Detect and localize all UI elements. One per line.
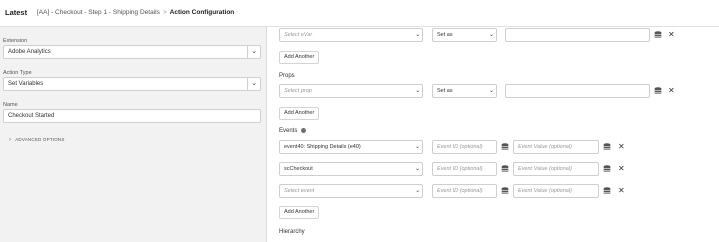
evar-set-as-select[interactable]: Set as ⌄ [432,28,497,42]
event-select[interactable]: scCheckout ⌄ [279,162,423,176]
events-label: Events [279,128,307,135]
event-select-value: scCheckout [284,166,313,172]
event-add-another-button[interactable]: Add Another [279,206,320,219]
prop-set-as-select[interactable]: Set as ⌄ [432,84,497,98]
database-icon[interactable] [603,187,611,195]
prop-add-another-button[interactable]: Add Another [279,107,320,120]
info-icon[interactable] [301,128,307,133]
extension-label: Extension [3,38,28,44]
evar-select-placeholder: Select eVar [284,32,313,38]
event-id-placeholder: Event ID (optional) [437,166,483,172]
database-icon[interactable] [501,143,509,151]
event-select-value: event40: Shipping Details (e40) [284,144,361,150]
event-select[interactable]: event40: Shipping Details (e40) ⌄ [279,140,423,154]
database-icon[interactable] [603,143,611,151]
event-value-input[interactable]: Event Value (optional) [513,140,599,154]
left-panel: Extension Adobe Analytics ⌄ Action Type … [0,27,267,242]
name-label: Name [3,102,18,108]
close-icon[interactable]: ✕ [668,31,675,39]
top-bar: Latest [AA] - Checkout - Step 1 - Shippi… [0,0,719,27]
name-value: Checkout Started [8,113,55,119]
action-type-value: Set Variables [8,81,44,87]
chevron-down-icon: ⌄ [488,88,494,94]
evar-add-another-button[interactable]: Add Another [279,51,320,64]
extension-value: Adobe Analytics [8,49,51,55]
action-type-select[interactable]: Set Variables ⌄ [3,77,261,91]
chevron-down-icon: ⌄ [488,32,494,38]
prop-set-as-value: Set as [437,88,453,94]
event-id-input[interactable]: Event ID (optional) [432,162,497,176]
chevron-down-icon: ⌄ [414,144,420,150]
close-icon[interactable]: ✕ [618,165,625,173]
close-icon[interactable]: ✕ [618,187,625,195]
chevron-down-icon: ⌄ [247,45,260,59]
extension-select[interactable]: Adobe Analytics ⌄ [3,45,261,59]
name-field[interactable]: Checkout Started [3,109,261,123]
props-label: Props [279,73,295,79]
chevron-down-icon: ⌄ [247,77,260,91]
prop-select[interactable]: Select prop ⌄ [279,84,423,98]
breadcrumb: [AA] - Checkout - Step 1 - Shipping Deta… [37,9,234,16]
event-id-input[interactable]: Event ID (optional) [432,140,497,154]
advanced-options-toggle[interactable]: › ADVANCED OPTIONS [9,137,65,143]
event-value-input[interactable]: Event Value (optional) [513,184,599,198]
events-label-text: Events [279,128,298,135]
event-id-placeholder: Event ID (optional) [437,188,483,194]
event-value-input[interactable]: Event Value (optional) [513,162,599,176]
hierarchy-label: Hierarchy [279,229,305,235]
advanced-options-label: ADVANCED OPTIONS [15,137,65,142]
database-icon[interactable] [501,187,509,195]
breadcrumb-rule[interactable]: [AA] - Checkout - Step 1 - Shipping Deta… [37,9,160,16]
close-icon[interactable]: ✕ [618,143,625,151]
database-icon[interactable] [603,165,611,173]
chevron-down-icon: ⌄ [414,166,420,172]
chevron-down-icon: ⌄ [414,88,420,94]
right-panel: Select eVar ⌄ Set as ⌄ ✕ Add Another Pro… [268,27,719,242]
event-value-placeholder: Event Value (optional) [518,188,572,194]
latest-label[interactable]: Latest [5,8,27,17]
event-select[interactable]: Select event ⌄ [279,184,423,198]
database-icon[interactable] [654,31,662,39]
event-id-placeholder: Event ID (optional) [437,144,483,150]
prop-value-input[interactable] [505,84,650,98]
chevron-down-icon: ⌄ [414,188,420,194]
evar-select[interactable]: Select eVar ⌄ [279,28,423,42]
database-icon[interactable] [654,87,662,95]
chevron-down-icon: ⌄ [414,32,420,38]
breadcrumb-separator: > [162,9,167,16]
event-value-placeholder: Event Value (optional) [518,166,572,172]
close-icon[interactable]: ✕ [668,87,675,95]
evar-value-input[interactable] [505,28,650,42]
action-type-label: Action Type [3,70,32,76]
breadcrumb-current: Action Configuration [169,9,235,16]
chevron-right-icon: › [9,137,12,143]
evar-set-as-value: Set as [437,32,453,38]
prop-select-placeholder: Select prop [284,88,312,94]
event-id-input[interactable]: Event ID (optional) [432,184,497,198]
database-icon[interactable] [501,165,509,173]
event-select-placeholder: Select event [284,188,315,194]
event-value-placeholder: Event Value (optional) [518,144,572,150]
